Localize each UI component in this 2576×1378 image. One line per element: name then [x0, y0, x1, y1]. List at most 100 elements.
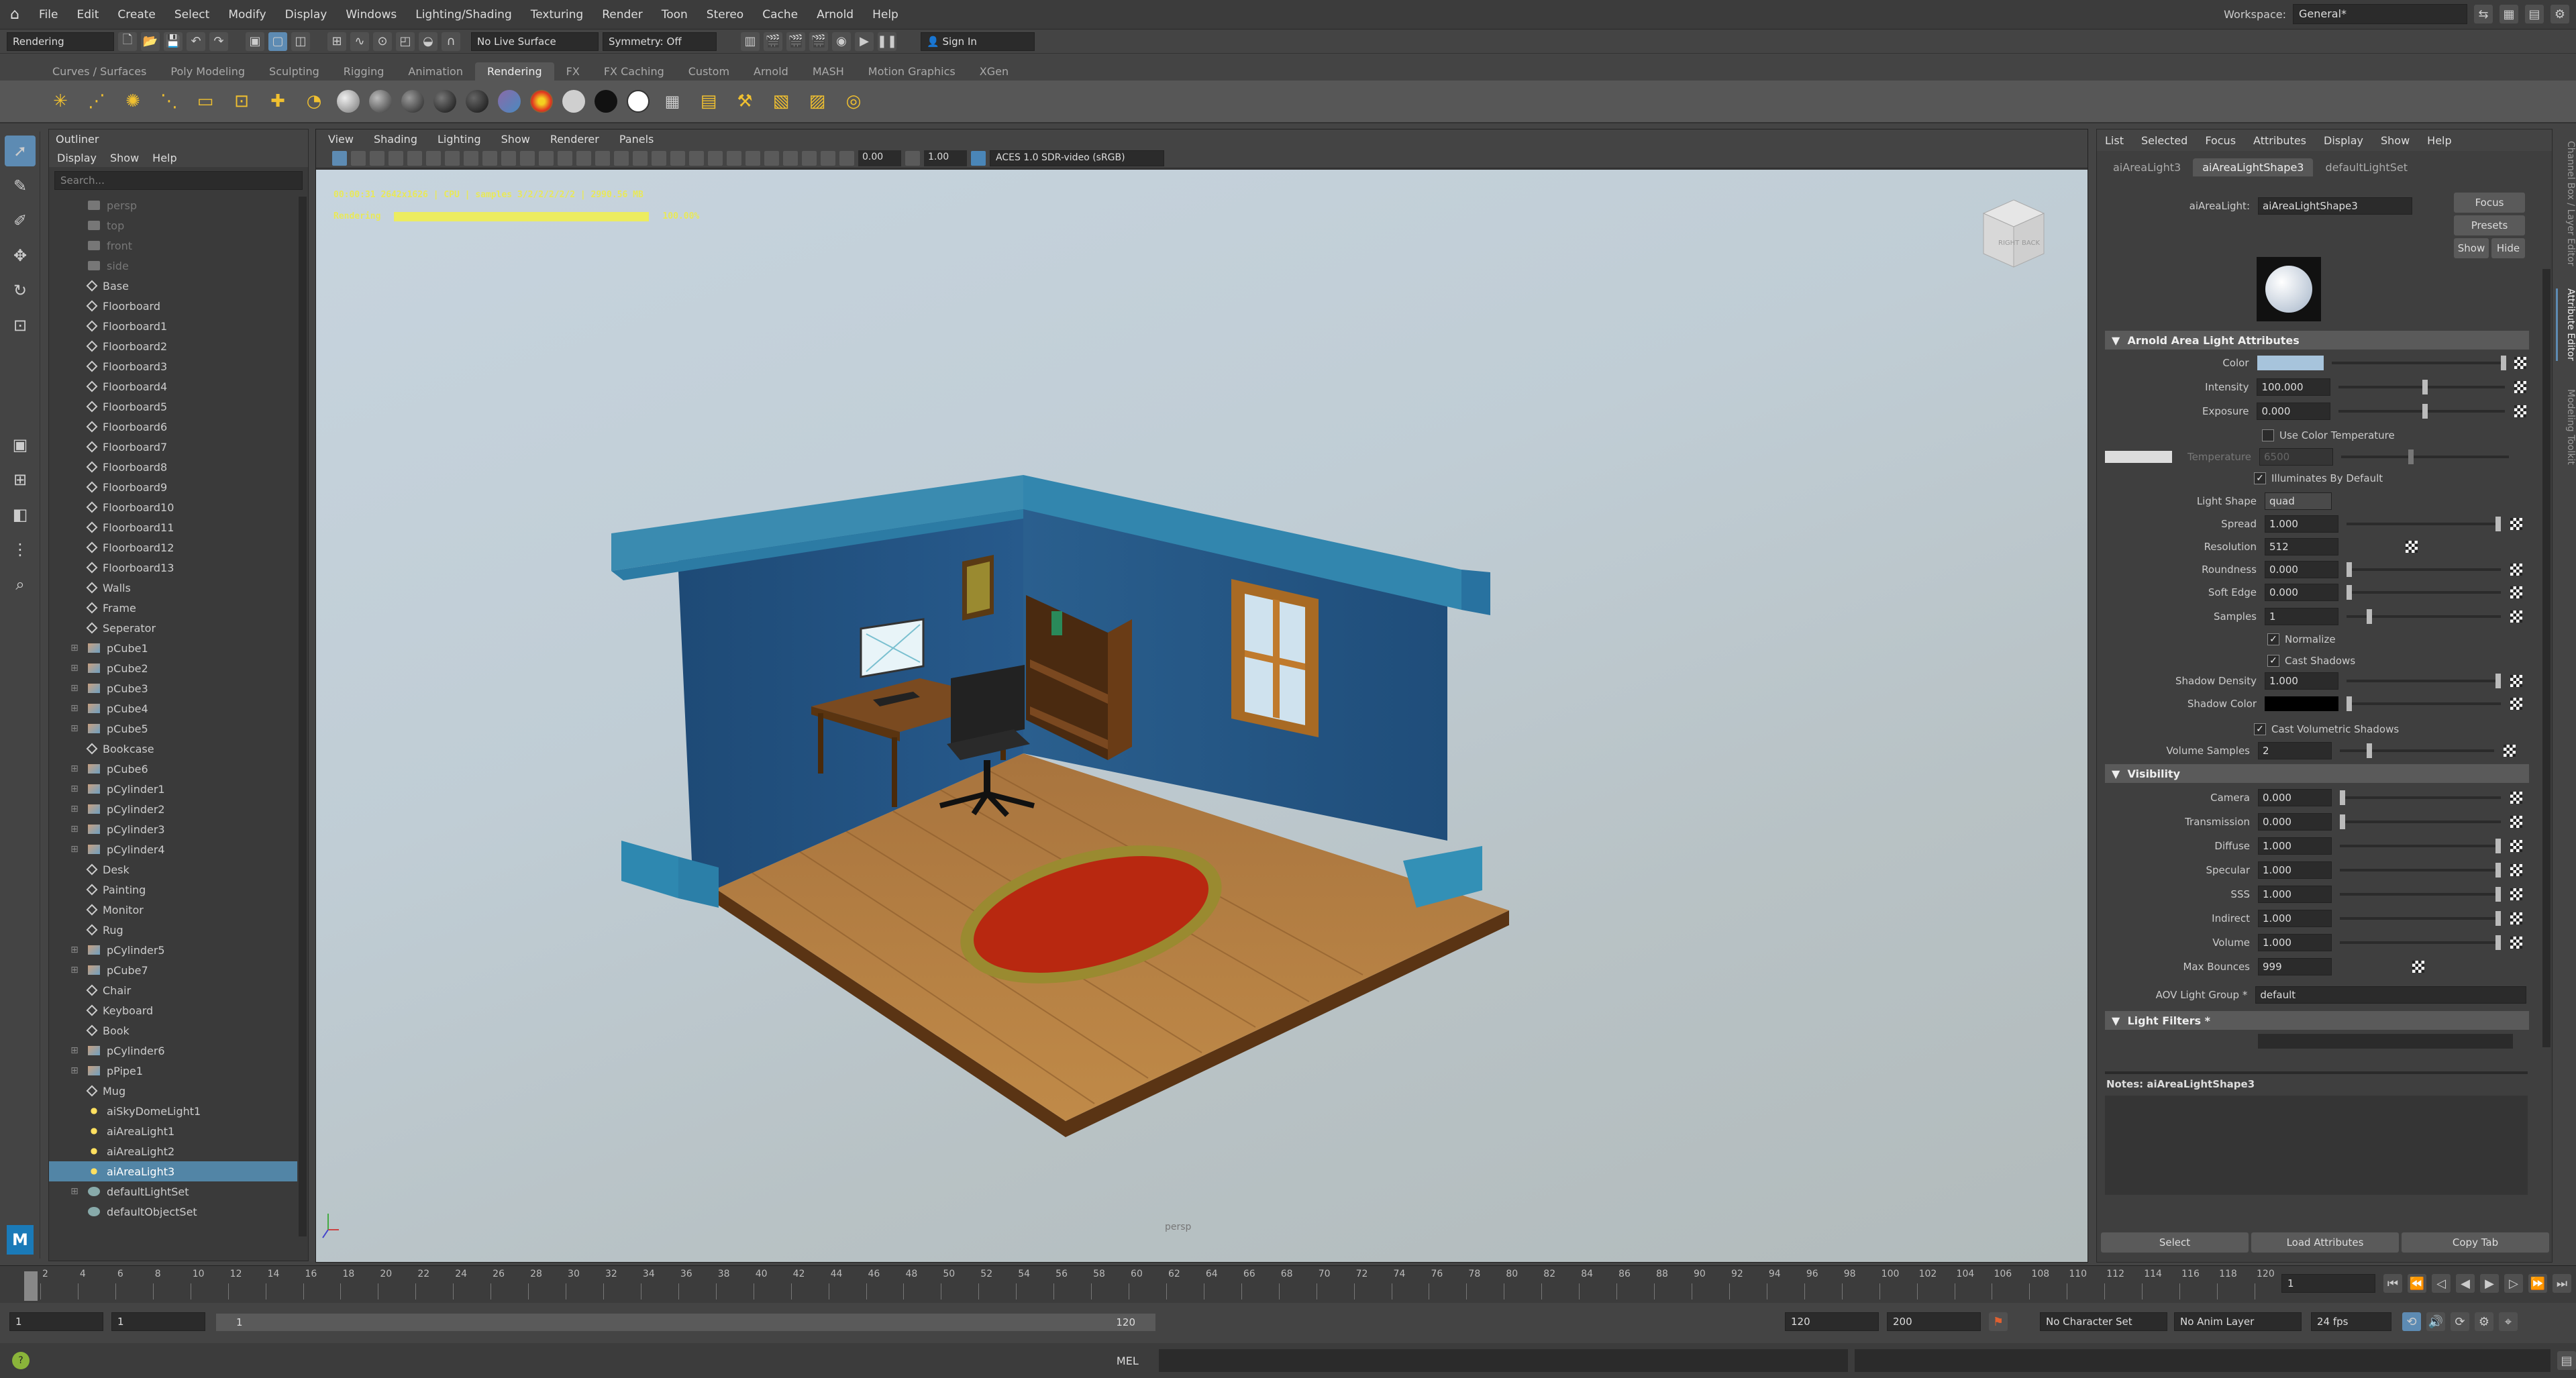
smooth-shade-icon[interactable]	[595, 150, 610, 166]
outliner-menu-help[interactable]: Help	[152, 152, 176, 164]
ae-menu-focus[interactable]: Focus	[2205, 134, 2236, 147]
scene-end-field[interactable]: 200	[1887, 1312, 1981, 1331]
menu-modify[interactable]: Modify	[219, 8, 275, 21]
arnold-pause-icon[interactable]: ❚❚	[877, 32, 897, 51]
viewport-menu-show[interactable]: Show	[501, 133, 530, 146]
expand-icon[interactable]: ⊞	[68, 643, 81, 653]
menu-texturing[interactable]: Texturing	[521, 8, 593, 21]
zoom-search-icon[interactable]: ⌕	[5, 569, 36, 600]
expand-icon[interactable]: ⊞	[68, 723, 81, 734]
outliner-item[interactable]: ⊞ pCube3	[49, 678, 297, 698]
transmission-slider-knob[interactable]	[2340, 814, 2345, 829]
snap-grid-icon[interactable]: ⊞	[327, 32, 346, 51]
outliner-item[interactable]: side	[49, 256, 297, 276]
viewport-menu-view[interactable]: View	[328, 133, 354, 146]
phong-sphere-icon[interactable]	[401, 90, 424, 113]
shadow-color-slider-knob[interactable]	[2347, 696, 2352, 711]
outliner-item[interactable]: ⊞ pCylinder6	[49, 1041, 297, 1061]
view-transform-dropdown[interactable]: ACES 1.0 SDR-video (sRGB)	[990, 150, 1164, 166]
camera-slider[interactable]	[2340, 790, 2501, 805]
render-settings-icon[interactable]: 🎬	[809, 32, 828, 51]
menu-display[interactable]: Display	[276, 8, 337, 21]
rotate-tool-icon[interactable]: ↻	[5, 275, 36, 306]
shadow-density-map-icon[interactable]	[2510, 675, 2522, 687]
volume-samples-slider[interactable]	[2340, 743, 2494, 758]
volume-samples-field[interactable]: 2	[2258, 742, 2332, 759]
shelf-tab-animation[interactable]: Animation	[396, 62, 475, 81]
sign-in-dropdown[interactable]: 👤 Sign In	[921, 32, 1035, 51]
outliner-item[interactable]: Floorboard9	[49, 477, 297, 497]
current-frame-field[interactable]: 1	[2281, 1274, 2375, 1293]
spread-slider-knob[interactable]	[2495, 517, 2501, 531]
ae-menu-show[interactable]: Show	[2381, 134, 2410, 147]
fps-dropdown[interactable]: 24 fps	[2311, 1312, 2391, 1331]
image-plane-icon[interactable]	[389, 150, 403, 166]
volume-slider[interactable]	[2340, 935, 2501, 950]
outliner-item[interactable]: front	[49, 235, 297, 256]
spread-slider[interactable]	[2347, 517, 2501, 531]
construction-history-icon[interactable]: ▥	[741, 32, 760, 51]
expand-icon[interactable]: ⊞	[68, 703, 81, 714]
lasso-tool-icon[interactable]: ✎	[5, 170, 36, 201]
range-bar[interactable]: 1 120	[216, 1314, 1155, 1331]
menu-edit[interactable]: Edit	[67, 8, 108, 21]
scene-start-field[interactable]: 1	[9, 1312, 103, 1331]
max-bounces-field[interactable]: 999	[2258, 958, 2332, 975]
viewport-canvas[interactable]: 00:00:31 2642x1626 | CPU | samples 3/2/2…	[316, 170, 2088, 1262]
soft-edge-slider[interactable]	[2347, 585, 2501, 600]
diffuse-field[interactable]: 1.000	[2258, 837, 2332, 855]
outliner-item[interactable]: ⊞ pCylinder5	[49, 940, 297, 960]
select-object-icon[interactable]: ▢	[268, 32, 287, 51]
select-hierarchy-icon[interactable]: ▣	[246, 32, 264, 51]
ae-menu-list[interactable]: List	[2105, 134, 2124, 147]
camera-shelf-icon[interactable]: ✚	[264, 88, 291, 115]
textured-icon[interactable]	[633, 150, 648, 166]
blinn-sphere-icon[interactable]	[337, 90, 360, 113]
step-forward-frame-icon[interactable]: ▷	[2504, 1274, 2523, 1293]
menu-toon[interactable]: Toon	[652, 8, 697, 21]
wireframe-shaded-icon[interactable]	[614, 150, 629, 166]
load-attributes-button[interactable]: Load Attributes	[2251, 1232, 2399, 1253]
outliner-item[interactable]: aiAreaLight3	[49, 1161, 297, 1181]
hypershade-icon[interactable]: ◉	[832, 32, 851, 51]
outliner-item[interactable]: Base	[49, 276, 297, 296]
light-editor-icon[interactable]: ◔	[301, 88, 327, 115]
viewport-menu-lighting[interactable]: Lighting	[437, 133, 481, 146]
mel-label[interactable]: MEL	[1117, 1355, 1139, 1367]
cast-shadows-checkbox[interactable]: ✓	[2267, 655, 2279, 667]
roundness-slider-knob[interactable]	[2347, 562, 2352, 577]
outliner-item[interactable]: ⊞ pCube6	[49, 759, 297, 779]
shelf-tab-rigging[interactable]: Rigging	[331, 62, 397, 81]
menu-create[interactable]: Create	[108, 8, 165, 21]
new-scene-icon[interactable]: 🗋	[118, 32, 137, 51]
current-time-marker[interactable]	[24, 1271, 38, 1301]
gamma-icon[interactable]	[905, 150, 920, 166]
safe-action-icon[interactable]	[539, 150, 554, 166]
character-set-dropdown[interactable]: No Character Set	[2040, 1312, 2167, 1331]
step-back-key-icon[interactable]: ⏪	[2408, 1274, 2426, 1293]
xray-components-icon[interactable]	[821, 150, 835, 166]
playback-start-field[interactable]: 1	[111, 1312, 205, 1331]
camera-field[interactable]: 0.000	[2258, 789, 2332, 806]
bookmark-icon[interactable]	[370, 150, 384, 166]
outliner-item[interactable]: ⊞ pCube4	[49, 698, 297, 719]
playback-end-field[interactable]: 120	[1785, 1312, 1879, 1331]
expand-icon[interactable]: ⊞	[68, 844, 81, 855]
outliner-item[interactable]: Monitor	[49, 900, 297, 920]
outliner-item[interactable]: aiAreaLight1	[49, 1121, 297, 1141]
exposure-slider-knob[interactable]	[2422, 404, 2428, 419]
time-slider[interactable]: 2 4 6 8 10 12 14 16 18 20 22 24 26 28 30 32 34 36 38 40 42 44…	[0, 1265, 2576, 1303]
specular-map-icon[interactable]	[2510, 864, 2522, 876]
ipr-render-icon[interactable]: 🎬	[786, 32, 805, 51]
exposure-map-icon[interactable]	[2514, 405, 2526, 417]
menu-help[interactable]: Help	[863, 8, 908, 21]
transmission-slider[interactable]	[2340, 814, 2501, 829]
ae-tab-aiarealightshape3[interactable]: aiAreaLightShape3	[2193, 158, 2314, 176]
render-layer-icon[interactable]: ▧	[768, 88, 794, 115]
menu-file[interactable]: File	[30, 8, 67, 21]
outliner-item[interactable]: Bookcase	[49, 739, 297, 759]
outliner-item[interactable]: ⊞ pCylinder4	[49, 839, 297, 859]
ae-menu-help[interactable]: Help	[2427, 134, 2451, 147]
resolution-map-icon[interactable]	[2406, 541, 2418, 553]
shelf-tab-rendering[interactable]: Rendering	[474, 62, 554, 81]
